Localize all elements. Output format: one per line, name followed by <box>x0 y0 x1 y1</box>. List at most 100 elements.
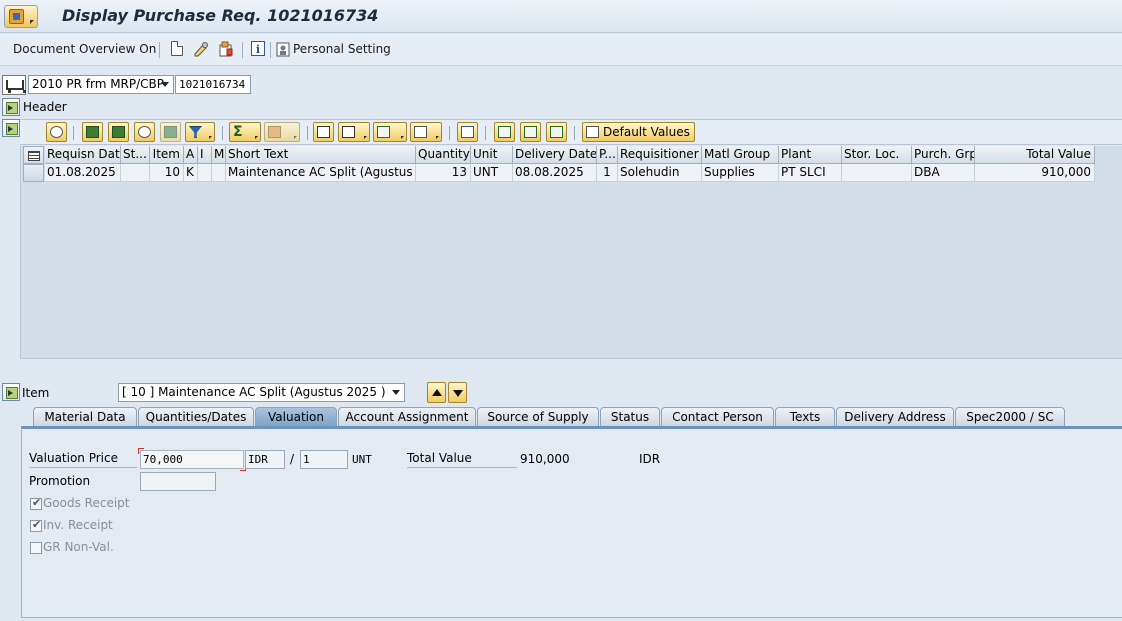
cell-item[interactable]: 10 <box>150 164 184 182</box>
cell-unit[interactable]: UNT <box>471 164 513 182</box>
sort-descending-icon <box>112 126 125 138</box>
order-unit-text: UNT <box>352 453 372 466</box>
subtotal-button[interactable] <box>264 122 300 142</box>
chevron-down-icon[interactable] <box>157 76 173 93</box>
info-icon[interactable]: i <box>251 41 265 56</box>
default-values-button[interactable]: Default Values <box>582 122 695 142</box>
cell-status[interactable] <box>121 164 150 182</box>
inv-receipt-checkbox[interactable] <box>30 518 42 532</box>
price-unit-separator: / <box>290 452 295 466</box>
system-menu-icon <box>9 9 24 24</box>
column-header[interactable]: St... <box>121 146 150 164</box>
column-header[interactable]: Plant <box>779 146 842 164</box>
column-header[interactable]: A <box>184 146 198 164</box>
filter-button[interactable] <box>185 122 215 142</box>
select-all-icon[interactable] <box>23 146 44 164</box>
personal-setting-button[interactable]: Personal Setting <box>293 42 391 56</box>
sort-descending-button[interactable] <box>108 122 129 142</box>
goods-receipt-checkbox[interactable] <box>30 496 42 510</box>
cell-quantity[interactable]: 13 <box>416 164 471 182</box>
gr-non-val-checkbox[interactable] <box>30 542 42 554</box>
views-button[interactable] <box>338 122 370 142</box>
column-header[interactable]: Matl Group <box>702 146 779 164</box>
cell-account-assignment[interactable]: K <box>184 164 198 182</box>
item-select-dropdown[interactable]: [ 10 ] Maintenance AC Split (Agustus 202… <box>118 383 405 402</box>
column-header[interactable]: Delivery Date <box>513 146 597 164</box>
dropdown-triangle-icon <box>209 136 212 139</box>
column-header[interactable]: Item <box>150 146 184 164</box>
layout-icon <box>414 126 427 138</box>
row-selector[interactable] <box>23 164 44 182</box>
tab-delivery-address[interactable]: Delivery Address <box>836 407 954 426</box>
cell-stor-loc[interactable] <box>842 164 912 182</box>
tab-material-data[interactable]: Material Data <box>33 407 137 426</box>
total-button[interactable] <box>229 122 261 142</box>
header-expand-toggle[interactable] <box>2 98 20 116</box>
find-button[interactable] <box>134 122 155 142</box>
shopping-cart-icon[interactable] <box>2 75 26 95</box>
column-header[interactable]: Total Value <box>975 146 1095 164</box>
document-number-field[interactable]: 1021016734 <box>175 75 251 94</box>
column-header[interactable]: Short Text <box>226 146 416 164</box>
release-strategy-button[interactable] <box>520 122 541 142</box>
layout-button[interactable] <box>410 122 442 142</box>
copy-button[interactable] <box>494 122 515 142</box>
cell-matl-group[interactable]: Supplies <box>702 164 779 182</box>
column-header[interactable]: I <box>198 146 212 164</box>
cell-plant[interactable]: PT SLCI <box>779 164 842 182</box>
column-header[interactable]: Requisitioner <box>618 146 702 164</box>
item-detail-toggle[interactable] <box>2 383 20 401</box>
system-menu-button[interactable] <box>4 5 38 28</box>
cell-item-category[interactable] <box>198 164 212 182</box>
cell-p[interactable]: 1 <box>597 164 618 182</box>
cell-material[interactable] <box>212 164 226 182</box>
tab-source-of-supply[interactable]: Source of Supply <box>477 407 599 426</box>
tab-valuation[interactable]: Valuation <box>255 407 337 426</box>
export-icon <box>377 126 390 138</box>
details-button[interactable] <box>46 122 67 142</box>
personal-setting-icon[interactable] <box>276 41 292 58</box>
export-button[interactable] <box>373 122 407 142</box>
next-item-button[interactable] <box>448 382 467 403</box>
assign-button[interactable] <box>546 122 567 142</box>
inv-receipt-label: Inv. Receipt <box>43 518 113 532</box>
tab-quantities-dates[interactable]: Quantities/Dates <box>138 407 254 426</box>
currency-field[interactable]: IDR <box>245 450 285 469</box>
column-header[interactable]: Stor. Loc. <box>842 146 912 164</box>
cell-delivery-date[interactable]: 08.08.2025 <box>513 164 597 182</box>
column-header[interactable]: Quantity <box>416 146 471 164</box>
cell-total-value[interactable]: 910,000 <box>975 164 1095 182</box>
tab-contact-person[interactable]: Contact Person <box>661 407 774 426</box>
document-type-dropdown[interactable]: 2010 PR frm MRP/CBP <box>28 75 174 94</box>
chevron-down-icon[interactable] <box>388 384 404 401</box>
valuation-price-input[interactable]: 70,000 <box>138 448 246 471</box>
cell-requisn-date[interactable]: 01.08.2025 <box>45 164 121 182</box>
toolbar-separator <box>270 42 271 58</box>
tab-account-assignment[interactable]: Account Assignment <box>338 407 476 426</box>
cell-short-text[interactable]: Maintenance AC Split (Agustus ... <box>226 164 416 182</box>
item-overview-grid: Requisn Date St... Item A I M... Short T… <box>20 146 1122 359</box>
column-header[interactable]: Requisn Date <box>45 146 121 164</box>
column-header[interactable]: P... <box>597 146 618 164</box>
find-next-button[interactable] <box>160 122 181 142</box>
sort-ascending-button[interactable] <box>82 122 103 142</box>
column-header[interactable]: Unit <box>471 146 513 164</box>
column-header[interactable]: Purch. Grp <box>912 146 975 164</box>
item-overview-toggle[interactable] <box>2 119 20 137</box>
column-header[interactable]: M... <box>212 146 226 164</box>
edit-toggle-icon[interactable] <box>193 41 209 58</box>
tab-spec2000-sc[interactable]: Spec2000 / SC <box>955 407 1065 426</box>
grid-info-button[interactable] <box>457 122 478 142</box>
other-document-icon[interactable] <box>218 41 234 58</box>
tab-texts[interactable]: Texts <box>775 407 835 426</box>
document-overview-button[interactable]: Document Overview On <box>13 42 156 56</box>
price-unit-field[interactable]: 1 <box>300 450 348 469</box>
promotion-input[interactable] <box>140 472 216 491</box>
new-document-icon[interactable] <box>171 41 183 56</box>
cell-requisitioner[interactable]: Solehudin <box>618 164 702 182</box>
previous-item-button[interactable] <box>427 382 446 403</box>
print-button[interactable] <box>313 122 334 142</box>
tab-status[interactable]: Status <box>600 407 660 426</box>
cell-purch-grp[interactable]: DBA <box>912 164 975 182</box>
toolbar-separator <box>159 42 160 58</box>
